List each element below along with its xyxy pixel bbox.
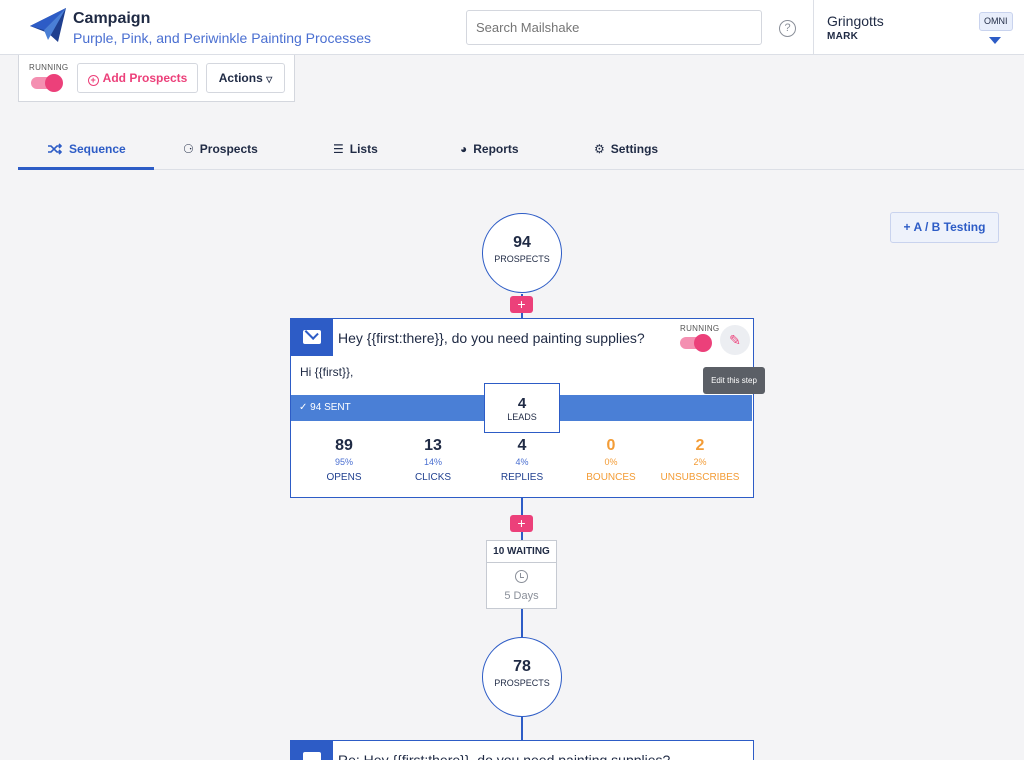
active-tab-indicator xyxy=(18,167,154,170)
toggle-knob xyxy=(45,74,63,92)
toggle-knob xyxy=(694,334,712,352)
account-badge: OMNI xyxy=(979,12,1013,31)
prospects-label: PROSPECTS xyxy=(494,678,550,688)
add-prospects-label: Add Prospects xyxy=(102,71,188,85)
waiting-count: 10 WAITING xyxy=(487,541,556,563)
caret-down-icon: ▽ xyxy=(266,75,273,84)
envelope-glyph xyxy=(303,330,321,344)
shuffle-icon xyxy=(48,143,63,155)
stat-percent: 95% xyxy=(334,457,353,467)
stat-label: BOUNCES xyxy=(586,472,636,483)
leads-count: 4 xyxy=(517,395,527,412)
tab-sequence[interactable]: Sequence xyxy=(47,130,126,170)
tab-reports[interactable]: ◕ Reports xyxy=(460,130,519,170)
stat-label: CLICKS xyxy=(414,472,452,483)
stat-percent: 2% xyxy=(693,457,707,467)
stat-label: UNSUBSCRIBES xyxy=(660,472,740,483)
stat-label: REPLIES xyxy=(500,472,544,483)
stat-clicks[interactable]: 13 14% CLICKS xyxy=(388,437,478,483)
stat-percent: 0% xyxy=(604,457,618,467)
campaign-status-label: RUNNING xyxy=(29,63,69,72)
tab-label: Prospects xyxy=(199,142,258,156)
wait-days: 5 Days xyxy=(504,590,539,602)
stat-unsubscribes[interactable]: 2 2% UNSUBSCRIBES xyxy=(655,437,745,483)
flow-connector xyxy=(521,717,523,740)
add-prospects-button[interactable]: + Add Prospects xyxy=(77,63,198,93)
search-input[interactable] xyxy=(466,10,762,45)
tab-label: Sequence xyxy=(69,142,126,156)
step-body-preview: Hi {{first}}, xyxy=(300,365,354,379)
prospects-count-node: 94 PROSPECTS xyxy=(482,213,562,293)
tab-label: Reports xyxy=(473,142,519,156)
stat-percent: 14% xyxy=(423,457,442,467)
prospects-label: PROSPECTS xyxy=(494,254,550,264)
step-subject: Hey {{first:there}}, do you need paintin… xyxy=(338,330,645,346)
checkmark-icon: ✓ xyxy=(299,402,308,413)
prospects-count-node: 78 PROSPECTS xyxy=(482,637,562,717)
campaign-running-toggle[interactable] xyxy=(31,74,63,92)
account-user: MARK xyxy=(827,31,859,42)
email-step-card[interactable]: Re: Hey {{first:there}}, do you need pai… xyxy=(290,740,754,760)
ab-testing-button[interactable]: + A / B Testing xyxy=(890,212,999,243)
people-icon: ⚆ xyxy=(183,142,194,156)
top-header: Campaign Purple, Pink, and Periwinkle Pa… xyxy=(0,0,1024,55)
pie-icon: ◕ xyxy=(460,142,468,156)
stat-value: 89 xyxy=(335,437,353,454)
stat-opens[interactable]: 89 95% OPENS xyxy=(299,437,389,483)
tab-label: Settings xyxy=(610,142,659,156)
stat-label: OPENS xyxy=(326,472,362,483)
stat-bounces[interactable]: 0 0% BOUNCES xyxy=(566,437,656,483)
campaign-name: Purple, Pink, and Periwinkle Painting Pr… xyxy=(73,30,372,46)
header-divider xyxy=(813,0,814,55)
wait-step[interactable]: 10 WAITING 5 Days xyxy=(486,540,557,609)
chevron-down-icon[interactable] xyxy=(989,37,1001,44)
stat-value: 2 xyxy=(695,437,705,454)
actions-label: Actions xyxy=(218,71,263,85)
leads-label: LEADS xyxy=(507,412,537,422)
page-title: Campaign xyxy=(73,10,151,27)
edit-step-tooltip: Edit this step xyxy=(703,367,765,394)
stat-value: 4 xyxy=(517,437,527,454)
envelope-glyph xyxy=(303,752,321,760)
leads-box[interactable]: 4 LEADS xyxy=(484,383,560,433)
step-status-label: RUNNING xyxy=(680,324,720,333)
sent-label: 94 SENT xyxy=(310,402,351,413)
actions-dropdown[interactable]: Actions ▽ xyxy=(206,63,285,93)
sent-count: ✓ 94 SENT xyxy=(299,402,351,413)
edit-pencil-icon[interactable]: ✎ xyxy=(720,325,750,355)
add-step-button[interactable]: + xyxy=(510,515,533,532)
plus-circle-icon: + xyxy=(87,75,99,86)
campaign-tabs: Sequence ⚆ Prospects ☰ Lists ◕ Reports ⚙ Set… xyxy=(18,130,1024,170)
envelope-icon xyxy=(291,319,333,356)
gears-icon: ⚙ xyxy=(594,142,605,156)
stat-value: 13 xyxy=(424,437,442,454)
flow-connector xyxy=(521,609,523,637)
step-subject: Re: Hey {{first:there}}, do you need pai… xyxy=(338,752,671,760)
help-icon[interactable]: ? xyxy=(779,20,796,37)
add-step-button[interactable]: + xyxy=(510,296,533,313)
prospects-count: 78 xyxy=(513,658,531,675)
account-name[interactable]: Gringotts xyxy=(827,13,884,29)
list-icon: ☰ xyxy=(333,142,344,156)
step-running-toggle[interactable] xyxy=(680,334,712,352)
envelope-icon xyxy=(291,741,333,760)
campaign-controls: RUNNING + Add Prospects Actions ▽ xyxy=(18,55,295,102)
tab-settings[interactable]: ⚙ Settings xyxy=(594,130,658,170)
stat-value: 0 xyxy=(606,437,616,454)
prospects-count: 94 xyxy=(513,234,531,251)
paper-plane-logo-icon[interactable] xyxy=(28,6,68,44)
stat-percent: 4% xyxy=(515,457,529,467)
tab-label: Lists xyxy=(349,142,378,156)
tab-prospects[interactable]: ⚆ Prospects xyxy=(183,130,258,170)
tab-lists[interactable]: ☰ Lists xyxy=(333,130,378,170)
clock-icon xyxy=(515,570,528,583)
email-step-card[interactable]: Hey {{first:there}}, do you need paintin… xyxy=(290,318,754,498)
stat-replies[interactable]: 4 4% REPLIES xyxy=(477,437,567,483)
